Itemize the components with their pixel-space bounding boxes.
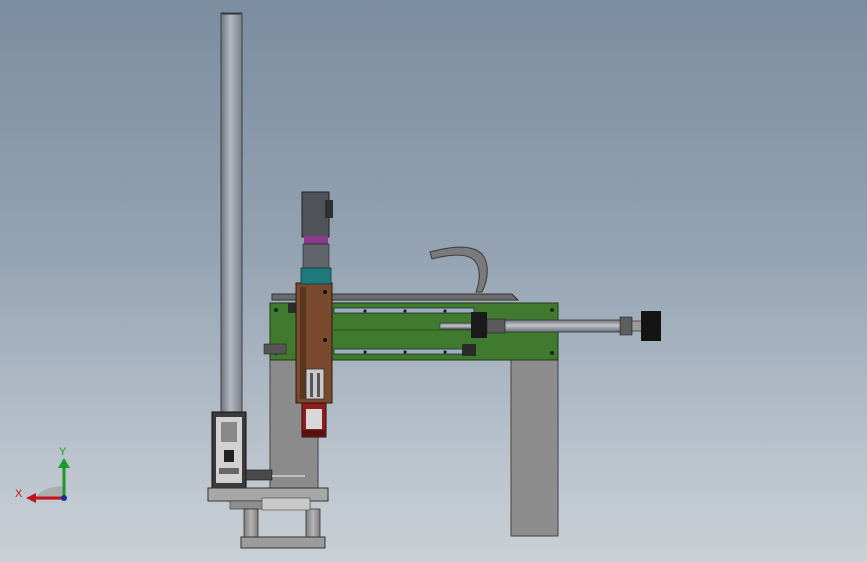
right-support-leg bbox=[510, 359, 559, 537]
x-axis-label: X bbox=[15, 488, 23, 500]
y-axis-label: Y bbox=[59, 446, 67, 458]
orientation-triad[interactable]: Y X bbox=[15, 446, 70, 503]
assembly-drawing: Y X bbox=[15, 12, 661, 549]
z-axis-icon bbox=[61, 495, 67, 501]
cad-viewport[interactable]: Y X bbox=[0, 0, 867, 562]
servo-motor[interactable] bbox=[300, 191, 333, 285]
base-assembly bbox=[207, 487, 329, 549]
gripper[interactable] bbox=[301, 402, 327, 438]
y-axis-arrow-icon bbox=[58, 458, 70, 468]
x-axis-arrow-icon bbox=[26, 493, 36, 503]
vertical-column[interactable] bbox=[220, 12, 243, 416]
vertical-carriage[interactable] bbox=[295, 282, 333, 404]
cable-hook bbox=[429, 246, 488, 293]
